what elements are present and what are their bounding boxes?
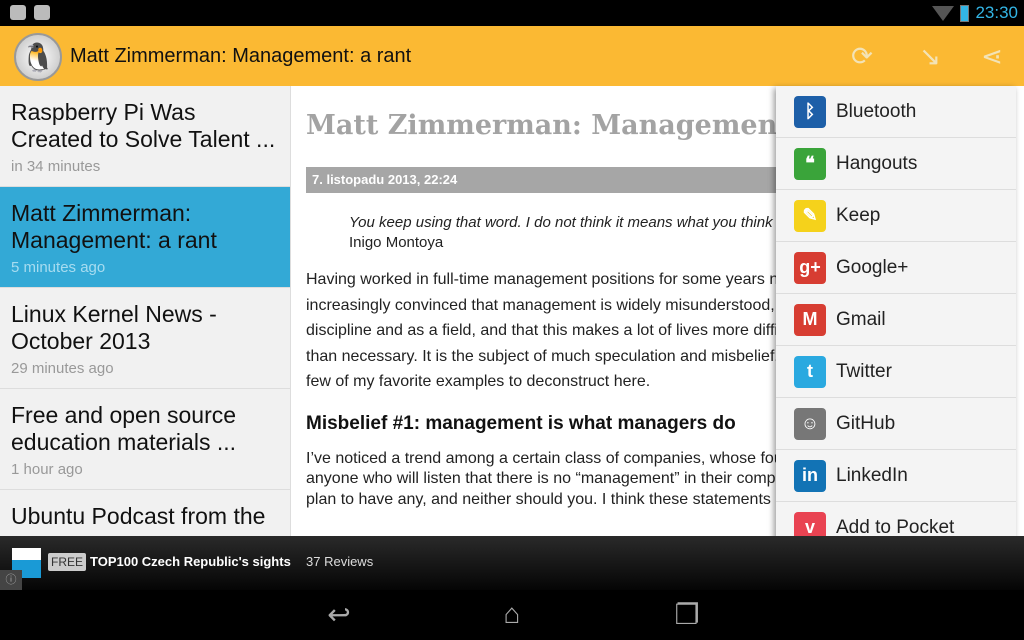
item-time: 29 minutes ago bbox=[11, 360, 114, 377]
share-item-label: Keep bbox=[836, 204, 881, 226]
share-item-label: LinkedIn bbox=[836, 464, 908, 486]
article-view: Matt Zimmerman: Management: a rant 7. li… bbox=[292, 86, 776, 536]
page-title: Matt Zimmerman: Management: a rant bbox=[70, 45, 412, 67]
twitter-icon: t bbox=[794, 355, 826, 388]
paragraph: Having worked in full-time management po… bbox=[306, 267, 776, 395]
keep-icon: ✎ bbox=[794, 199, 826, 232]
github-icon: ☺ bbox=[794, 407, 826, 440]
mark-read-icon[interactable]: ↘ bbox=[914, 40, 946, 72]
share-item-keep[interactable]: ✎ Keep bbox=[776, 190, 1016, 242]
article-title: Matt Zimmerman: Management: a rant bbox=[306, 110, 776, 141]
item-title: Linux Kernel News - October 2013 bbox=[11, 301, 217, 354]
paragraph: I’ve noticed a trend among a certain cla… bbox=[306, 449, 776, 511]
android-notification-icon bbox=[34, 5, 50, 20]
quote-author: Inigo Montoya bbox=[349, 234, 444, 251]
ad-app-name: TOP100 Czech Republic's sights bbox=[90, 554, 291, 569]
article-date: 7. listopadu 2013, 22:24 bbox=[306, 167, 776, 193]
list-item[interactable]: Linux Kernel News - October 2013 29 minut… bbox=[0, 288, 290, 389]
list-item[interactable]: Free and open source education materials… bbox=[0, 389, 290, 490]
wifi-icon bbox=[932, 5, 955, 21]
action-bar: 🐧 Matt Zimmerman: Management: a rant ⟳ ↘… bbox=[0, 26, 1024, 86]
status-bar: 23:30 bbox=[0, 0, 1024, 26]
share-icon[interactable]: ⋖ bbox=[976, 40, 1008, 72]
share-item-label: Gmail bbox=[836, 308, 886, 330]
article-heading: Misbelief #1: management is what manager… bbox=[306, 412, 736, 434]
list-item[interactable]: Ubuntu Podcast from the bbox=[0, 490, 290, 536]
text-line: Having worked in full-time management po… bbox=[306, 271, 776, 288]
recent-apps-icon[interactable]: ❐ bbox=[662, 598, 712, 632]
article-list: Raspberry Pi Was Created to Solve Talent… bbox=[0, 86, 291, 536]
text-line: than necessary. It is the subject of muc… bbox=[306, 347, 776, 365]
app-logo-icon[interactable]: 🐧 bbox=[14, 33, 62, 81]
linkedin-icon: in bbox=[794, 459, 826, 492]
navigation-bar: ↩ ⌂ ❐ bbox=[0, 590, 1024, 640]
share-item-label: Twitter bbox=[836, 360, 892, 382]
share-item-label: Bluetooth bbox=[836, 100, 917, 122]
share-item-hangouts[interactable]: ❝ Hangouts bbox=[776, 138, 1016, 190]
item-title: Matt Zimmerman: Management: a rant bbox=[11, 200, 217, 253]
share-menu: ᛒ Bluetooth ❝ Hangouts ✎ Keep g+ Google+ M Gmail t… bbox=[776, 86, 1016, 580]
text-line: discipline and as a field, and that this… bbox=[306, 322, 776, 339]
blockquote: You keep using that word. I do not think… bbox=[349, 213, 776, 253]
google-plus-icon: g+ bbox=[794, 251, 826, 284]
share-item-label: Google+ bbox=[836, 256, 909, 278]
back-icon[interactable]: ↩ bbox=[314, 598, 364, 632]
text-line: few of my favorite examples to deconstru… bbox=[306, 373, 651, 390]
quote-text: You keep using that word. I do not think… bbox=[349, 214, 776, 231]
text-line: I’ve noticed a trend among a certain cla… bbox=[306, 449, 776, 467]
ad-reviews: 37 Reviews bbox=[306, 554, 374, 569]
item-title: Free and open source education materials… bbox=[11, 402, 237, 455]
share-item-twitter[interactable]: t Twitter bbox=[776, 346, 1016, 398]
list-item[interactable]: Raspberry Pi Was Created to Solve Talent… bbox=[0, 86, 290, 187]
home-icon[interactable]: ⌂ bbox=[487, 598, 537, 632]
battery-icon bbox=[960, 4, 970, 22]
free-badge: FREE bbox=[48, 553, 87, 571]
share-item-gmail[interactable]: M Gmail bbox=[776, 294, 1016, 346]
item-time: 5 minutes ago bbox=[11, 259, 106, 276]
share-item-linkedin[interactable]: in LinkedIn bbox=[776, 450, 1016, 502]
ad-banner[interactable]: FREE TOP100 Czech Republic's sights 37 R… bbox=[0, 536, 1024, 590]
share-item-bluetooth[interactable]: ᛒ Bluetooth bbox=[776, 86, 1016, 138]
item-time: in 34 minutes bbox=[11, 158, 101, 175]
info-icon[interactable]: ⓘ bbox=[0, 570, 22, 590]
camera-notification-icon bbox=[10, 5, 26, 20]
gmail-icon: M bbox=[794, 303, 826, 336]
list-item[interactable]: Matt Zimmerman: Management: a rant 5 minu… bbox=[0, 187, 290, 288]
text-line: anyone who will listen that there is no … bbox=[306, 470, 776, 487]
text-line: increasingly convinced that management i… bbox=[306, 296, 776, 314]
item-time: 1 hour ago bbox=[11, 461, 83, 478]
clock: 23:30 bbox=[975, 3, 1018, 22]
share-item-label: Hangouts bbox=[836, 152, 918, 174]
item-title: Raspberry Pi Was Created to Solve Talent… bbox=[11, 99, 276, 152]
bluetooth-icon: ᛒ bbox=[794, 95, 826, 128]
share-item-google-[interactable]: g+ Google+ bbox=[776, 242, 1016, 294]
item-title: Ubuntu Podcast from the bbox=[11, 503, 266, 529]
text-line: plan to have any, and neither should you… bbox=[306, 490, 771, 508]
hangouts-icon: ❝ bbox=[794, 147, 826, 180]
share-item-label: GitHub bbox=[836, 412, 896, 434]
share-item-github[interactable]: ☺ GitHub bbox=[776, 398, 1016, 450]
refresh-icon[interactable]: ⟳ bbox=[846, 40, 878, 72]
